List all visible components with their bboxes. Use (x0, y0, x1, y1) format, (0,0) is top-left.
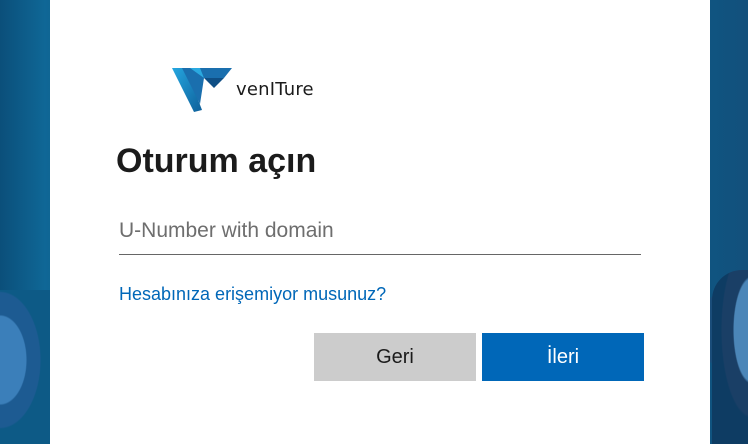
cant-access-account-link[interactable]: Hesabınıza erişemiyor musunuz? (119, 284, 386, 305)
page-title: Oturum açın (116, 142, 317, 180)
brand-name: venITure (236, 78, 314, 100)
venture-logo-icon (172, 68, 232, 112)
background-decoration-left (0, 290, 50, 444)
username-input[interactable] (119, 208, 641, 255)
next-button[interactable]: İleri (482, 333, 644, 381)
background-decoration-right (712, 270, 748, 444)
back-button[interactable]: Geri (314, 333, 476, 381)
brand-logo: venITure (170, 64, 314, 114)
